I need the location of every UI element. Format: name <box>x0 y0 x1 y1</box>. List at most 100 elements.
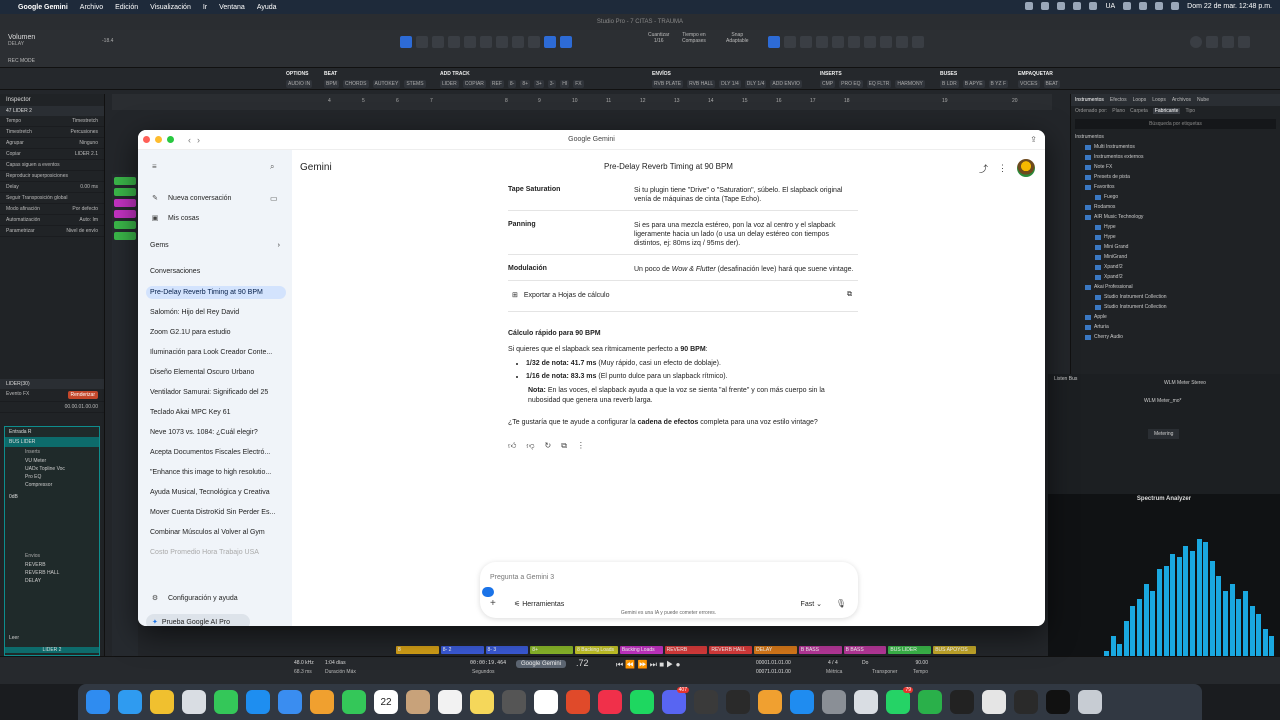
macro-button[interactable]: CMP <box>820 80 836 88</box>
plugin-slot[interactable]: WLM Meter_mo* <box>1138 396 1188 406</box>
macro-button[interactable]: STEMS <box>404 80 426 88</box>
volume-control[interactable]: Volumen DELAY <box>8 34 35 47</box>
event-track[interactable]: LIDER(30) <box>0 379 104 389</box>
inspector-row[interactable]: Modo afinación Por defecto <box>0 204 104 215</box>
bend-tool-icon[interactable] <box>496 36 508 48</box>
mail-icon[interactable] <box>278 690 302 714</box>
share-icon[interactable]: ⤴ <box>979 162 988 175</box>
macro-button[interactable]: HI <box>560 80 570 88</box>
strip-insert[interactable]: Inserts <box>5 447 99 457</box>
timeline-ruler[interactable]: 4 5 6 7 8 9 10 11 12 13 14 15 16 17 18 1… <box>112 94 1052 110</box>
strip-output[interactable]: BUS LIDER <box>5 437 99 447</box>
browser-item[interactable]: MiniGrand <box>1071 252 1280 262</box>
macro-button[interactable]: DLY 1/4 <box>744 80 767 88</box>
conversation-item[interactable]: Salomón: Hijo del Rey David <box>146 306 286 319</box>
tools-button[interactable]: ⚟ Herramientas <box>514 600 564 608</box>
conversation-item[interactable]: Pre-Delay Reverb Timing at 90 BPM <box>146 286 286 299</box>
search-icon[interactable]: ⌕ <box>270 162 274 172</box>
snap-icon[interactable] <box>544 36 556 48</box>
more-vert-icon[interactable]: ⋮ <box>577 441 585 451</box>
browser-item[interactable]: Hype <box>1071 232 1280 242</box>
macro-button[interactable]: RVB PLATE <box>652 80 684 88</box>
search-icon[interactable] <box>1155 2 1164 10</box>
track-lane-label[interactable]: 8+ <box>530 646 574 654</box>
macro-button[interactable]: BEAT <box>1043 80 1061 88</box>
track-lane-label[interactable]: 8 <box>396 646 439 654</box>
conversation-item[interactable]: "Enhance this image to high resolutio... <box>146 466 286 479</box>
status-icon[interactable] <box>1089 2 1098 10</box>
loop-start[interactable]: 00001.01.01.00 <box>756 660 791 666</box>
gems-row[interactable]: Gems › <box>150 242 280 249</box>
track-lane-label[interactable]: BUS APOYOS <box>933 646 976 654</box>
track-lane-label[interactable]: DELAY <box>754 646 797 654</box>
menu-app-name[interactable]: Google Gemini <box>18 4 68 11</box>
home-icon[interactable] <box>1222 36 1234 48</box>
menu-archivo[interactable]: Archivo <box>80 4 103 11</box>
menu-icon[interactable]: ≡ <box>152 162 157 171</box>
blank-app-icon[interactable] <box>982 690 1006 714</box>
macro-button[interactable]: ADD ENVIO <box>770 80 802 88</box>
calculator-icon[interactable] <box>502 690 526 714</box>
calendar-icon[interactable]: 22 <box>374 690 398 714</box>
thumbs-down-icon[interactable]: 👎︎ <box>526 441 534 451</box>
plugin-slot[interactable]: WLM Meter Stereo <box>1158 378 1212 388</box>
conversation-item[interactable]: Costo Promedio Hora Trabajo USA <box>146 546 286 559</box>
transport-controls[interactable]: ⏮ ⏪ ⏩ ⏭ ■ ▶ ● <box>616 660 680 670</box>
browser-item[interactable]: Multi Instrumentos <box>1071 142 1280 152</box>
macro-button[interactable]: EQ FLTR <box>866 80 892 88</box>
more-vert-icon[interactable]: ⋮ <box>998 163 1007 174</box>
browser-item[interactable]: Hype <box>1071 222 1280 232</box>
strip-insert[interactable]: Pro EQ <box>5 473 99 481</box>
gemini-icon[interactable] <box>534 690 558 714</box>
wifi-icon[interactable] <box>1123 2 1132 10</box>
sort-option[interactable]: Carpeta <box>1130 108 1148 114</box>
macro-button[interactable]: AUTOKEY <box>372 80 401 88</box>
conversation-item[interactable]: Neve 1073 vs. 1084: ¿Cuál elegir? <box>146 426 286 439</box>
thumbs-up-icon[interactable]: 👍︎ <box>508 441 516 451</box>
trash-icon[interactable] <box>1078 690 1102 714</box>
view-icon[interactable] <box>800 36 812 48</box>
snap-select[interactable]: Snap Adaptable <box>726 32 749 44</box>
prompt-input[interactable]: Pregunta a Gemini 3 <box>490 574 554 581</box>
macro-button[interactable]: HARMONY <box>895 80 925 88</box>
strip-input[interactable]: Entrada R <box>5 427 99 437</box>
mode-selector[interactable]: Fast ⌄ <box>801 600 822 608</box>
regenerate-icon[interactable]: ↻ <box>545 441 552 451</box>
mic-icon[interactable]: 🎙︎ <box>836 599 846 608</box>
menu-ir[interactable]: Ir <box>203 4 207 11</box>
browser-item[interactable]: Fuego <box>1071 192 1280 202</box>
inspector-row[interactable]: Agrupar Ninguno <box>0 138 104 149</box>
key[interactable]: Do <box>862 660 868 666</box>
grid-icon[interactable] <box>896 36 908 48</box>
battery-icon[interactable] <box>1139 2 1148 10</box>
conversation-item[interactable]: Acepta Documentos Fiscales Electró... <box>146 446 286 459</box>
strip-send[interactable]: REVERB HALL <box>5 569 99 577</box>
tab-instrumentos[interactable]: Instrumentos <box>1075 97 1104 103</box>
macro-button[interactable]: PRO EQ <box>839 80 863 88</box>
system-settings-icon[interactable] <box>822 690 846 714</box>
browser-item[interactable]: Arturia <box>1071 322 1280 332</box>
browser-item[interactable]: Favoritos <box>1071 182 1280 192</box>
menu-edicion[interactable]: Edición <box>115 4 138 11</box>
eraser-tool-icon[interactable] <box>448 36 460 48</box>
inspector-row[interactable]: Delay 0.00 ms <box>0 182 104 193</box>
preview-icon[interactable] <box>854 690 878 714</box>
settings-button[interactable]: ⚙ Configuración y ayuda <box>150 594 238 603</box>
track-lane-label[interactable]: 8- 3 <box>485 646 529 654</box>
fender-icon[interactable] <box>726 690 750 714</box>
track-lane-label[interactable]: REVERB <box>664 646 708 654</box>
listen-tool-icon[interactable] <box>512 36 524 48</box>
inspector-row[interactable]: Parametrizar Nivel de envío <box>0 226 104 237</box>
macro-button[interactable]: AUDIO IN <box>286 80 313 88</box>
quantize-select[interactable]: Cuantizar 1/16 <box>648 32 669 44</box>
strip-insert[interactable]: VU Meter <box>5 457 99 465</box>
xcode-icon[interactable] <box>790 690 814 714</box>
quantize-icon[interactable] <box>560 36 572 48</box>
metering-select[interactable]: Metering <box>1148 429 1180 439</box>
help-icon[interactable] <box>864 36 876 48</box>
photos-icon[interactable] <box>310 690 334 714</box>
browser-item[interactable]: Studio Instrument Collection <box>1071 302 1280 312</box>
status-icon[interactable] <box>1025 2 1034 10</box>
inspector-row[interactable]: Seguir Transposición global <box>0 193 104 204</box>
macro-button[interactable]: COPIAR <box>462 80 486 88</box>
